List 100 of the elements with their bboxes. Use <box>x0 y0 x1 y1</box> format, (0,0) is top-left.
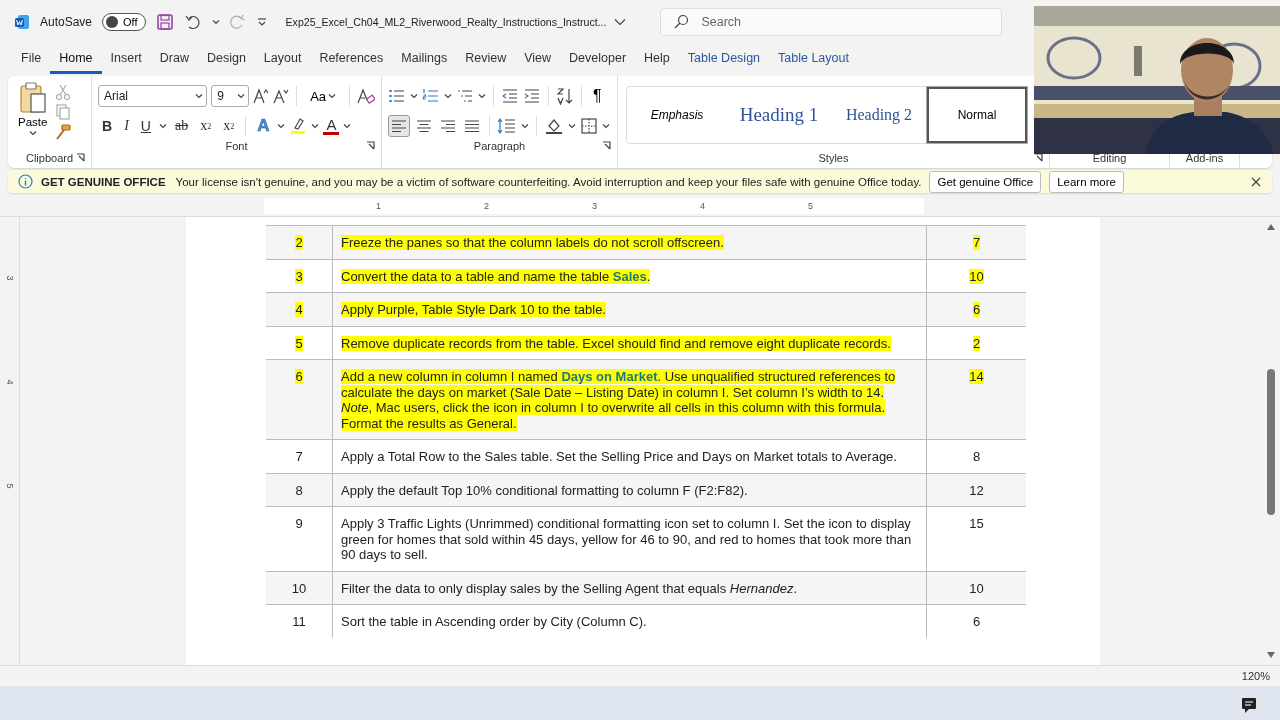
ribbon-tab[interactable]: References <box>310 44 393 74</box>
dialog-launcher-icon[interactable] <box>1034 153 1043 162</box>
points-value: 10 <box>969 268 984 284</box>
close-icon[interactable] <box>1250 175 1262 188</box>
line-spacing-icon[interactable] <box>497 117 517 135</box>
caret-icon[interactable] <box>158 123 167 129</box>
style-option[interactable]: Emphasis <box>627 87 727 143</box>
subscript-button[interactable]: x2 <box>196 115 216 137</box>
caret-icon[interactable] <box>444 93 452 99</box>
points-value: 6 <box>972 302 981 317</box>
superscript-button[interactable]: x2 <box>219 115 239 137</box>
grow-font-icon[interactable] <box>253 88 270 104</box>
shrink-font-icon[interactable] <box>273 88 290 104</box>
bullets-icon[interactable] <box>388 88 406 104</box>
caret-icon[interactable] <box>410 93 418 99</box>
ribbon-tab[interactable]: View <box>515 44 561 74</box>
borders-icon[interactable] <box>580 117 598 135</box>
clear-formatting-icon[interactable] <box>357 88 375 104</box>
ribbon-tab[interactable]: Insert <box>101 44 151 74</box>
text-effects-button[interactable]: A <box>253 115 274 137</box>
caret-icon[interactable] <box>343 123 352 129</box>
document-title[interactable]: Exp25_Excel_Ch04_ML2_Riverwood_Realty_Instructions_Instruct... <box>285 16 607 28</box>
font-name-field[interactable]: Arial <box>98 85 208 107</box>
shading-icon[interactable] <box>544 117 564 135</box>
ribbon-tab[interactable]: File <box>12 44 51 74</box>
notice-button[interactable]: Learn more <box>1049 170 1124 193</box>
ribbon-tab[interactable]: Review <box>456 44 516 74</box>
font-size-field[interactable]: 9 <box>211 85 250 107</box>
change-case-button[interactable]: Aa <box>304 87 343 105</box>
zoom-level[interactable]: 120% <box>1241 670 1270 682</box>
ribbon-tab[interactable]: Help <box>635 44 679 74</box>
instruction-text: Note, Mac users, click the icon in column I to overwrite all cells in this column with this formula. Format the results as General. <box>341 400 887 431</box>
search-field[interactable]: Search <box>660 8 1003 36</box>
group-label: Add-ins <box>1185 152 1224 164</box>
ribbon-tab[interactable]: Table Design <box>678 44 770 74</box>
instruction-text: Add a new column in column I named Days on Market. Use unqualified structured references to calculate the days on market (Sale Date – Listing Date) in column I. Set column I’s width to 14. <box>341 369 897 400</box>
step-number: 5 <box>295 335 303 351</box>
word-logo-icon <box>14 14 30 30</box>
ribbon-tab[interactable]: Draw <box>150 44 198 74</box>
highlighter-icon[interactable] <box>289 117 308 135</box>
format-painter-icon[interactable] <box>55 124 72 140</box>
notes-icon[interactable] <box>1240 696 1258 714</box>
caret-icon[interactable] <box>237 93 246 99</box>
ribbon-tab[interactable]: Mailings <box>392 44 457 74</box>
dialog-launcher-icon[interactable] <box>602 141 611 150</box>
caret-icon[interactable] <box>211 19 220 25</box>
multilevel-list-icon[interactable] <box>456 88 474 104</box>
show-formatting-button[interactable]: ¶ <box>589 87 606 105</box>
chevron-down-icon[interactable] <box>614 18 627 26</box>
instruction-text: Apply Purple, Table Style Dark 10 to the table. <box>341 302 607 318</box>
dialog-launcher-icon[interactable] <box>366 141 375 150</box>
caret-icon[interactable] <box>195 93 204 99</box>
caret-icon[interactable] <box>478 93 486 99</box>
ribbon-tab[interactable]: Table Layout <box>769 44 858 74</box>
ruler-number: 3 <box>592 201 598 211</box>
ribbon-tab[interactable]: Home <box>50 44 102 74</box>
notice-button[interactable]: Get genuine Office <box>929 170 1042 193</box>
ribbon-tab[interactable]: Developer <box>560 44 636 74</box>
caret-icon[interactable] <box>521 123 529 129</box>
style-option[interactable]: Heading 1 <box>727 87 831 143</box>
autosave-label: AutoSave <box>40 15 93 29</box>
style-option[interactable]: Normal <box>927 87 1027 143</box>
dialog-launcher-icon[interactable] <box>76 153 85 162</box>
caret-icon[interactable] <box>602 123 610 129</box>
ruler-number: 4 <box>700 201 706 211</box>
undo-icon[interactable] <box>183 14 202 30</box>
strike-button[interactable]: ab <box>170 115 193 137</box>
notice-message: Your license isn't genuine, and you may be a victim of software counterfeiting. Avoid interruption and keep your files safe with genuine Office today. <box>175 175 922 188</box>
ruler-number: 4 <box>4 378 15 387</box>
ruler-number: 3 <box>4 274 15 283</box>
increase-indent-icon[interactable] <box>523 88 541 104</box>
group-label: Paragraph <box>473 140 526 152</box>
group-label: Editing <box>1092 152 1127 164</box>
scroll-up-icon[interactable] <box>1266 223 1276 231</box>
caret-icon[interactable] <box>568 123 576 129</box>
caret-icon[interactable] <box>277 123 286 129</box>
step-number: 6 <box>295 369 303 384</box>
bold-button[interactable]: B <box>98 115 117 137</box>
ribbon-tab[interactable]: Design <box>197 44 255 74</box>
caret-icon[interactable] <box>311 123 320 129</box>
ribbon-tab[interactable]: Layout <box>254 44 311 74</box>
italic-button[interactable]: I <box>120 115 133 137</box>
points-value: 6 <box>972 614 981 629</box>
points-value: 14 <box>969 369 984 384</box>
save-icon[interactable] <box>155 13 174 31</box>
autosave-toggle[interactable]: Off <box>102 13 146 31</box>
style-option[interactable]: Heading 2 <box>831 87 927 143</box>
scroll-down-icon[interactable] <box>1266 651 1276 659</box>
scrollbar-thumb[interactable] <box>1267 369 1275 515</box>
caret-icon[interactable] <box>328 93 337 99</box>
underline-button[interactable]: U <box>136 115 155 137</box>
sort-icon[interactable] <box>556 87 574 105</box>
paste-button[interactable]: Paste <box>14 80 52 150</box>
font-color-button[interactable]: A <box>323 117 340 135</box>
caret-icon[interactable] <box>28 130 37 136</box>
step-number: 4 <box>295 302 303 317</box>
customize-icon[interactable] <box>255 17 268 27</box>
search-input[interactable]: Search <box>699 14 984 30</box>
points-value: 2 <box>972 335 981 351</box>
decrease-indent-icon[interactable] <box>501 88 519 104</box>
